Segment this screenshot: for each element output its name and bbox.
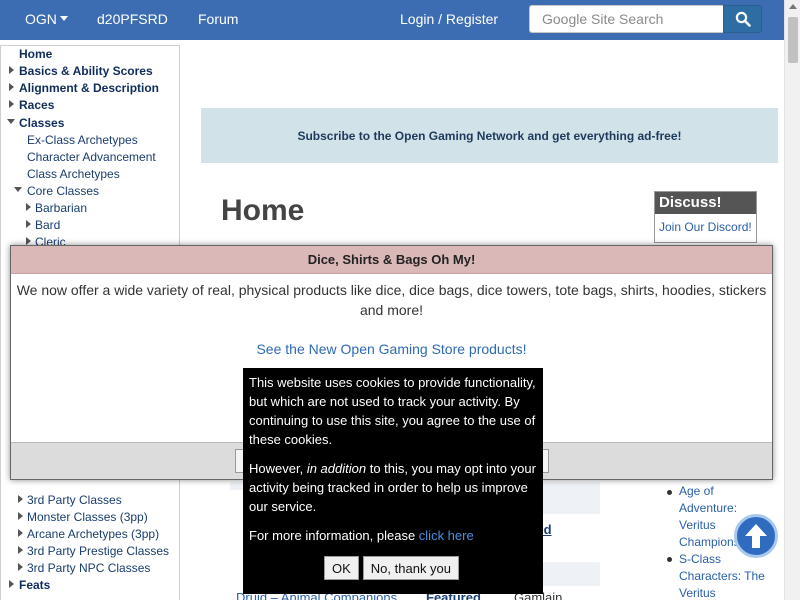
sidebar-item-ex-class-archetypes[interactable]: Ex-Class Archetypes [27,133,138,147]
expand-arrow-icon[interactable] [26,203,31,211]
expand-arrow-icon[interactable] [18,495,23,503]
sidebar-item-races[interactable]: Races [19,98,54,112]
arrow-up-circle-icon [745,524,767,548]
nav-ogn-label: OGN [25,11,57,27]
expand-arrow-icon[interactable] [9,66,14,74]
expand-arrow-icon[interactable] [26,220,31,228]
top-navbar: OGN d20PFSRD Forum Login / Register [0,0,784,40]
cookie-ok-button[interactable]: OK [324,556,359,580]
sidebar-item-home[interactable]: Home [19,47,52,61]
cookie-decline-button[interactable]: No, thank you [362,556,460,580]
cookie-consent-popup: This website uses cookies to provide fun… [243,368,543,594]
subscribe-text: Subscribe to the Open Gaming Network and… [297,128,682,143]
sidebar-item-classes[interactable]: Classes [19,116,64,130]
sidebar-item-core-classes[interactable]: Core Classes [27,184,99,198]
sidebar-item-feats[interactable]: Feats [19,578,50,592]
modal-body-text: We now offer a wide variety of real, phy… [16,282,767,318]
expand-arrow-icon[interactable] [18,529,23,537]
modal-link-suffix: ! [522,341,527,357]
cookie-text-1: This website uses cookies to provide fun… [249,375,536,447]
collapse-arrow-icon[interactable] [7,119,15,124]
nav-ogn-dropdown[interactable]: OGN [25,11,68,27]
scroll-to-top-button[interactable] [734,514,778,558]
list-bullet [667,557,672,562]
expand-arrow-icon[interactable] [18,512,23,520]
sidebar-item-character-advancement[interactable]: Character Advancement [27,150,156,164]
sidebar-item-3rd-party-npc[interactable]: 3rd Party NPC Classes [27,561,150,575]
cookie-text-2-emphasis: in addition [306,461,367,476]
list-item[interactable]: S-Class Characters: The Veritus [679,551,771,600]
sidebar-item-bard[interactable]: Bard [35,218,60,232]
caret-down-icon [59,16,68,21]
page-title: Home [221,194,305,227]
sidebar-item-3rd-party-prestige[interactable]: 3rd Party Prestige Classes [27,544,169,558]
discord-link[interactable]: Join Our Discord! [659,220,752,234]
list-bullet [667,490,672,495]
collapse-arrow-icon[interactable] [14,187,22,192]
nav-d20pfsrd[interactable]: d20PFSRD [97,11,168,27]
discuss-widget: Discuss! Join Our Discord! [654,191,757,243]
open-gaming-store-link[interactable]: See the New Open Gaming Store products [256,341,522,357]
expand-arrow-icon[interactable] [9,83,14,91]
expand-arrow-icon[interactable] [9,580,14,588]
sidebar-item-basics[interactable]: Basics & Ability Scores [19,64,153,78]
expand-arrow-icon[interactable] [18,563,23,571]
subscribe-banner[interactable]: Subscribe to the Open Gaming Network and… [201,108,778,163]
cookie-text-3: For more information, please click here [249,526,537,545]
expand-arrow-icon[interactable] [9,100,14,108]
expand-arrow-icon[interactable] [26,237,31,245]
discuss-title: Discuss! [655,192,756,214]
sidebar-item-barbarian[interactable]: Barbarian [35,201,87,215]
modal-title: Dice, Shirts & Bags Oh My! [11,246,772,274]
sidebar-item-alignment[interactable]: Alignment & Description [19,81,159,95]
expand-arrow-icon[interactable] [18,546,23,554]
sidebar-item-class-archetypes[interactable]: Class Archetypes [27,167,120,181]
sidebar-item-arcane-archetypes[interactable]: Arcane Archetypes (3pp) [27,527,159,541]
sidebar-item-monster-classes[interactable]: Monster Classes (3pp) [27,510,148,524]
cookie-text-2a: However, [249,461,307,476]
site-search-input[interactable] [529,5,723,33]
search-icon [735,11,751,27]
scroll-thumb[interactable] [788,17,798,63]
scroll-up-arrow-icon[interactable] [789,4,797,9]
cookie-text-3a: For more information, please [249,528,419,543]
nav-forum[interactable]: Forum [198,11,238,27]
sidebar-item-3rd-party-classes[interactable]: 3rd Party Classes [27,493,122,507]
cookie-text-2: However, in addition to this, you may op… [249,459,537,516]
cookie-button-row: OK No, thank you [324,556,460,580]
cookie-info-link[interactable]: click here [419,528,474,543]
page-scrollbar[interactable] [784,0,800,600]
search-button[interactable] [723,5,762,33]
modal-link-row: See the New Open Gaming Store products! [11,341,772,357]
nav-login-register[interactable]: Login / Register [400,11,498,27]
